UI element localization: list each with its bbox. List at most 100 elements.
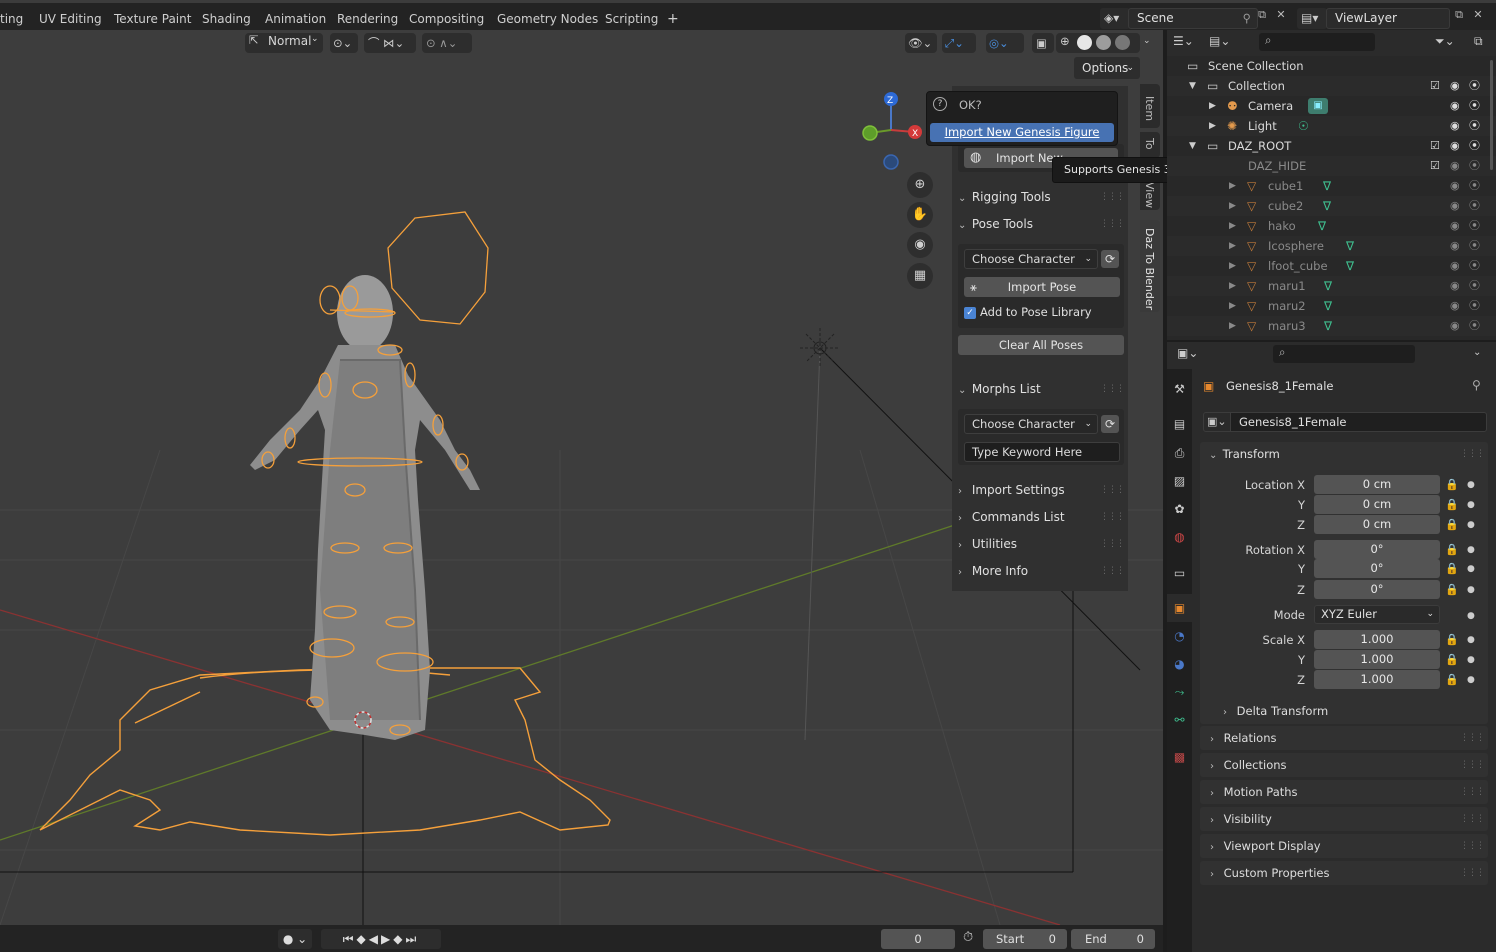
pin-icon[interactable]: ⚲ (1243, 11, 1251, 25)
eye-icon[interactable]: ◉ (1450, 216, 1460, 236)
outliner-row-lfoot-cube[interactable]: ▶ ▽ lfoot_cube ∇ ◉ ⦿ (1167, 256, 1496, 276)
lock-icon[interactable]: 🔒 (1445, 583, 1459, 596)
lock-icon[interactable]: 🔒 (1445, 543, 1459, 556)
properties-search-input[interactable]: ⌕ (1273, 345, 1415, 363)
render-camera-icon[interactable]: ⦿ (1469, 196, 1480, 216)
keyframe-dot-icon[interactable]: ● (1467, 564, 1475, 574)
expand-arrow-icon[interactable]: ▶ (1209, 96, 1216, 116)
new-collection-icon[interactable]: ⧉ (1474, 34, 1483, 49)
camera-data-icon[interactable]: ▣ (1308, 98, 1328, 114)
object-icon[interactable]: ▣ (1171, 600, 1188, 617)
navigation-gizmo[interactable]: Z X (858, 88, 928, 172)
eye-icon[interactable]: ◉ (1450, 136, 1460, 156)
scale-y-field[interactable]: 1.000 (1314, 650, 1440, 669)
render-camera-icon[interactable]: ⦿ (1469, 316, 1480, 336)
jump-start-icon[interactable]: ⏮ (343, 932, 357, 946)
checkbox-icon[interactable]: ☑ (1430, 156, 1440, 176)
keyframe-dot-icon[interactable]: ● (1467, 675, 1475, 685)
render-camera-icon[interactable]: ⦿ (1469, 156, 1480, 176)
object-name-field[interactable]: Genesis8_1Female (1230, 412, 1487, 432)
mesh-data-icon[interactable]: ∇ (1346, 256, 1354, 276)
import-pose-button[interactable]: ⚹ Import Pose (964, 277, 1120, 297)
refresh-icon[interactable]: ⟳ (1101, 250, 1119, 268)
expand-arrow-icon[interactable]: ▼ (1189, 136, 1196, 156)
current-frame-field[interactable]: 0 (881, 929, 955, 949)
scene-selector-button[interactable]: ◈▾ (1100, 8, 1130, 29)
drag-handle-icon[interactable]: ⋮⋮⋮ (1100, 485, 1125, 495)
drag-handle-icon[interactable]: ⋮⋮⋮ (1460, 753, 1485, 777)
render-camera-icon[interactable]: ⦿ (1469, 76, 1480, 96)
relations-panel-header[interactable]: › Relations ⋮⋮⋮ (1200, 726, 1488, 750)
outliner-row-maru2[interactable]: ▶ ▽ maru2 ∇ ◉ ⦿ (1167, 296, 1496, 316)
outliner-row-icosphere[interactable]: ▶ ▽ Icosphere ∇ ◉ ⦿ (1167, 236, 1496, 256)
material-shading-icon[interactable] (1096, 35, 1111, 50)
motion-paths-panel-header[interactable]: › Motion Paths ⋮⋮⋮ (1200, 780, 1488, 804)
solid-shading-icon[interactable] (1077, 35, 1092, 50)
drag-handle-icon[interactable]: ⋮⋮⋮ (1100, 219, 1125, 229)
drag-handle-icon[interactable]: ⋮⋮⋮ (1100, 512, 1125, 522)
particles-icon[interactable]: ◕ (1171, 656, 1188, 673)
expand-arrow-icon[interactable]: ▶ (1229, 176, 1236, 196)
render-camera-icon[interactable]: ⦿ (1469, 116, 1480, 136)
play-icon[interactable]: ▶ (381, 932, 393, 946)
keyframe-dot-icon[interactable]: ● (1467, 480, 1475, 490)
morphs-list-header[interactable]: ⌄ Morphs List (958, 382, 1041, 396)
lock-icon[interactable]: 🔒 (1445, 478, 1459, 491)
add-workspace-button[interactable]: + (667, 9, 679, 29)
eye-icon[interactable]: ◉ (1450, 316, 1460, 336)
expand-arrow-icon[interactable]: ▶ (1229, 256, 1236, 276)
world-icon[interactable]: ◍ (1171, 529, 1188, 546)
location-x-field[interactable]: 0 cm (1314, 475, 1440, 494)
commands-list-header[interactable]: › Commands List (958, 510, 1065, 524)
mesh-data-icon[interactable]: ∇ (1346, 236, 1354, 256)
eye-icon[interactable]: ◉ (1450, 236, 1460, 256)
mesh-data-icon[interactable]: ∇ (1323, 176, 1331, 196)
options-dropdown[interactable]: Options ⌄ (1074, 57, 1140, 79)
rotation-mode-dropdown[interactable]: XYZ Euler ⌄ (1314, 605, 1440, 624)
view-layer-selector-button[interactable]: ▤▾ (1297, 8, 1327, 29)
drag-handle-icon[interactable]: ⋮⋮⋮ (1460, 834, 1485, 858)
outliner-row-cube1[interactable]: ▶ ▽ cube1 ∇ ◉ ⦿ (1167, 176, 1496, 196)
mesh-data-icon[interactable]: ∇ (1324, 316, 1332, 336)
eye-icon[interactable]: ◉ (1450, 276, 1460, 296)
refresh-icon[interactable]: ⟳ (1101, 415, 1119, 433)
lock-icon[interactable]: 🔒 (1445, 653, 1459, 666)
drag-handle-icon[interactable]: ⋮⋮⋮ (1460, 726, 1485, 750)
zoom-icon[interactable]: ⊕ (907, 172, 933, 198)
expand-arrow-icon[interactable]: ▶ (1229, 276, 1236, 296)
start-frame-field[interactable]: Start 0 (983, 929, 1067, 949)
tab-compositing[interactable]: Compositing (409, 9, 484, 29)
render-camera-icon[interactable]: ⦿ (1469, 296, 1480, 316)
eye-icon[interactable]: ◉ (1450, 76, 1460, 96)
tab-item[interactable]: Item (1140, 84, 1160, 128)
collections-panel-header[interactable]: › Collections ⋮⋮⋮ (1200, 753, 1488, 777)
keyword-search-input[interactable]: Type Keyword Here (964, 442, 1120, 462)
eye-icon[interactable]: ◉ (1450, 196, 1460, 216)
mesh-data-icon[interactable]: ∇ (1324, 296, 1332, 316)
clear-all-poses-button[interactable]: Clear All Poses (958, 335, 1124, 355)
rigging-tools-header[interactable]: ⌄ Rigging Tools (958, 190, 1051, 204)
render-camera-icon[interactable]: ⦿ (1469, 216, 1480, 236)
render-camera-icon[interactable]: ⦿ (1469, 136, 1480, 156)
object-browse-button[interactable]: ▣⌄ (1203, 412, 1231, 432)
delete-view-layer-icon[interactable]: ✕ (1469, 7, 1487, 23)
modifier-icon[interactable]: ◔ (1171, 628, 1188, 645)
import-new-genesis-figure-button[interactable]: Import New Genesis Figure (930, 123, 1114, 142)
tab-tool[interactable]: To (1140, 132, 1160, 158)
shading-options-icon[interactable]: ⌄ (1143, 36, 1151, 46)
constraints-icon[interactable]: ⚯ (1171, 712, 1188, 729)
view-layer-field[interactable]: ViewLayer (1326, 8, 1450, 29)
display-mode-icon[interactable]: ▤⌄ (1209, 34, 1230, 48)
prev-keyframe-icon[interactable]: ◆ (357, 932, 369, 946)
lock-icon[interactable]: 🔒 (1445, 518, 1459, 531)
drag-handle-icon[interactable]: ⋮⋮⋮ (1100, 384, 1125, 394)
delete-scene-icon[interactable]: ✕ (1272, 7, 1290, 23)
expand-arrow-icon[interactable]: ▶ (1209, 116, 1216, 136)
keyframe-dot-icon[interactable]: ● (1467, 611, 1475, 621)
pose-tools-header[interactable]: ⌄ Pose Tools (958, 217, 1033, 231)
outliner-row-daz-hide[interactable]: DAZ_HIDE ☑ ◉ ⦿ (1167, 156, 1496, 176)
rotation-x-field[interactable]: 0° (1314, 540, 1440, 559)
pan-hand-icon[interactable]: ✋ (907, 202, 933, 228)
collection-icon[interactable]: ▭ (1171, 565, 1188, 582)
utilities-header[interactable]: › Utilities (958, 537, 1017, 551)
